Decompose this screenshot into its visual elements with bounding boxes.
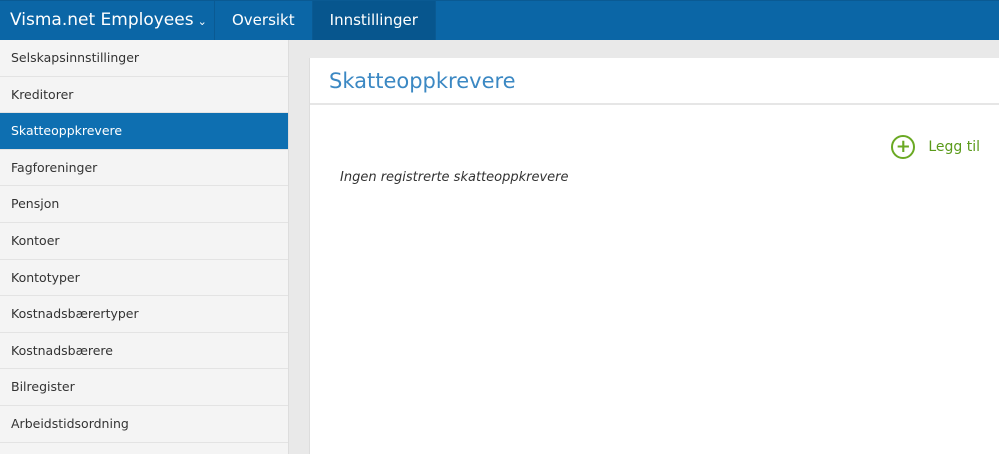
sidebar-item-bilregister[interactable]: Bilregister	[0, 369, 288, 406]
sidebar-item-skatteoppkrevere[interactable]: Skatteoppkrevere	[0, 113, 288, 150]
sidebar-item-kontoer[interactable]: Kontoer	[0, 223, 288, 260]
sidebar-item-pensjon[interactable]: Pensjon	[0, 186, 288, 223]
add-button-label: Legg til	[928, 139, 980, 155]
page-title: Skatteoppkrevere	[310, 58, 999, 105]
content-panel: Skatteoppkrevere + Legg til Ingen regist…	[309, 58, 999, 454]
top-nav-bar: Visma.net Employees ⌄ Oversikt Innstillin…	[0, 0, 999, 40]
app-title: Visma.net Employees	[10, 10, 194, 30]
empty-state-text: Ingen registrerte skatteoppkrevere	[340, 170, 569, 185]
sidebar-item-selskapsinnstillinger[interactable]: Selskapsinnstillinger	[0, 40, 288, 77]
app-switcher[interactable]: Visma.net Employees ⌄	[0, 1, 215, 40]
sidebar-item-kostnadsbaerere[interactable]: Kostnadsbærere	[0, 333, 288, 370]
plus-circle-icon: +	[891, 135, 916, 159]
chevron-down-icon: ⌄	[197, 15, 207, 28]
tab-innstillinger[interactable]: Innstillinger	[312, 1, 436, 40]
sidebar-item-kontotyper[interactable]: Kontotyper	[0, 260, 288, 297]
add-button[interactable]: + Legg til	[891, 135, 980, 159]
tab-oversikt[interactable]: Oversikt	[215, 1, 313, 40]
sidebar-item-fagforeninger[interactable]: Fagforeninger	[0, 150, 288, 187]
sidebar-item-kostnadsbaerertyper[interactable]: Kostnadsbærertyper	[0, 296, 288, 333]
sidebar-item-arbeidstidsordning[interactable]: Arbeidstidsordning	[0, 406, 288, 443]
settings-sidebar: Selskapsinnstillinger Kreditorer Skatteo…	[0, 40, 289, 454]
sidebar-item-kreditorer[interactable]: Kreditorer	[0, 77, 288, 114]
